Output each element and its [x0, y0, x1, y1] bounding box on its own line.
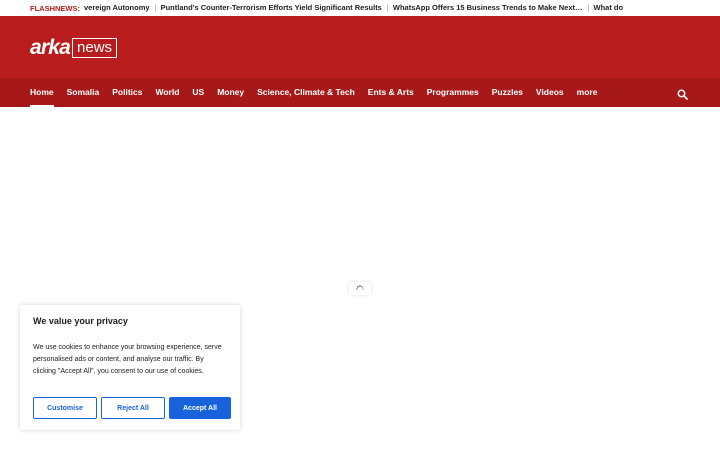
nav-item-world[interactable]: World: [155, 78, 179, 107]
cookie-title: We value your privacy: [33, 316, 128, 326]
cookie-description: We use cookies to enhance your browsing …: [33, 344, 222, 375]
customise-button[interactable]: Customise: [33, 397, 97, 419]
cookie-consent-banner: We value your privacy We use cookies to …: [20, 305, 240, 430]
nav-item-puzzles[interactable]: Puzzles: [492, 78, 523, 107]
nav-item-programmes[interactable]: Programmes: [427, 78, 479, 107]
nav-item-home[interactable]: Home: [30, 78, 54, 107]
spinner-icon: [356, 280, 364, 298]
nav-item-ents-arts[interactable]: Ents & Arts: [368, 78, 414, 107]
search-icon[interactable]: [677, 87, 688, 100]
nav-item-money[interactable]: Money: [217, 78, 244, 107]
accept-all-button[interactable]: Accept All: [169, 397, 231, 419]
ticker-item[interactable]: What do: [589, 4, 629, 12]
flashnews-ticker: FLASHNEWS: vereign Autonomy Puntland’s C…: [0, 0, 720, 16]
nav-item-videos[interactable]: Videos: [536, 78, 564, 107]
nav-item-somalia[interactable]: Somalia: [67, 78, 100, 107]
masthead: arka news: [0, 16, 720, 78]
loading-spinner: [349, 282, 371, 295]
cookie-button-row: Customise Reject All Accept All: [33, 397, 231, 419]
ticker-item[interactable]: vereign Autonomy: [84, 4, 156, 12]
ticker-track: vereign Autonomy Puntland’s Counter-Terr…: [84, 4, 628, 12]
nav-item-science-climate-tech[interactable]: Science, Climate & Tech: [257, 78, 355, 107]
nav-list: Home Somalia Politics World US Money Sci…: [30, 78, 610, 107]
nav-item-politics[interactable]: Politics: [112, 78, 142, 107]
site-logo[interactable]: arka news: [30, 36, 118, 59]
reject-all-button[interactable]: Reject All: [101, 397, 165, 419]
ticker-label: FLASHNEWS:: [30, 3, 80, 13]
nav-item-us[interactable]: US: [192, 78, 204, 107]
logo-wordmark: arka: [30, 36, 71, 59]
ticker-item[interactable]: Puntland’s Counter-Terrorism Efforts Yie…: [156, 4, 388, 12]
nav-item-more[interactable]: more: [577, 78, 598, 107]
logo-news-box: news: [72, 38, 118, 58]
ticker-item[interactable]: WhatsApp Offers 15 Business Trends to Ma…: [388, 4, 589, 12]
main-navigation: Home Somalia Politics World US Money Sci…: [0, 78, 720, 107]
